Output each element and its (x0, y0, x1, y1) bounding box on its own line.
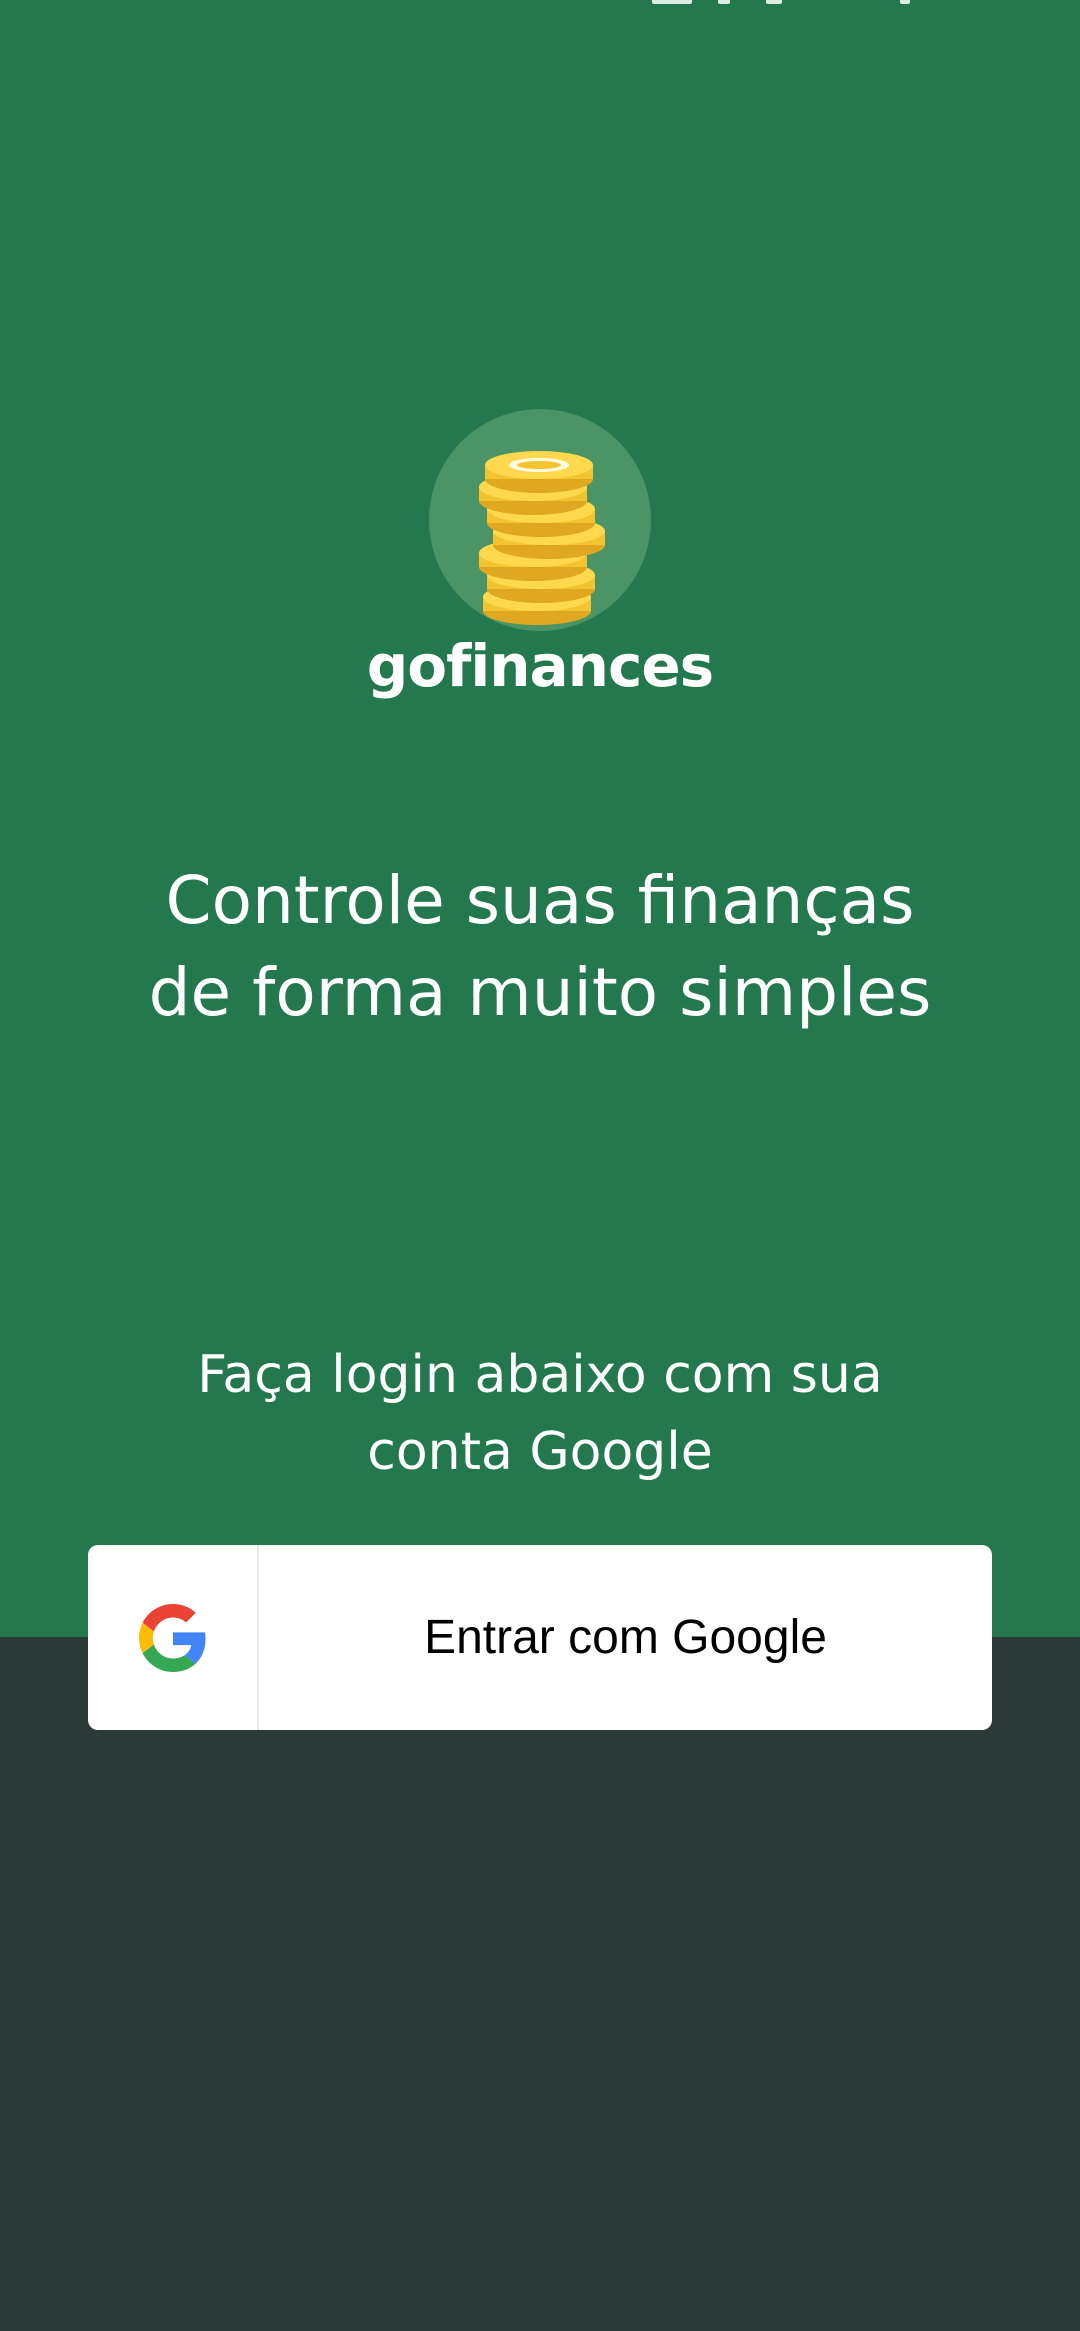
google-signin-button[interactable]: Entrar com Google (88, 1545, 992, 1730)
headline: Controle suas finanças de forma muito si… (148, 862, 932, 1031)
status-battery-icon (900, 0, 910, 4)
status-signal-icon (718, 0, 730, 4)
login-instruction: Faça login abaixo com sua conta Google (197, 1345, 883, 1482)
google-signin-label: Entrar com Google (424, 1611, 827, 1664)
app-name: gofinances (366, 632, 714, 700)
status-wifi-icon (766, 0, 782, 4)
status-clock-icon (652, 0, 692, 4)
coin-stack-icon (479, 451, 605, 625)
footer-background (0, 1637, 1080, 2331)
google-icon (138, 1603, 206, 1672)
status-bar (0, 0, 1080, 8)
logo-badge (429, 409, 651, 631)
google-icon-container (88, 1545, 259, 1730)
